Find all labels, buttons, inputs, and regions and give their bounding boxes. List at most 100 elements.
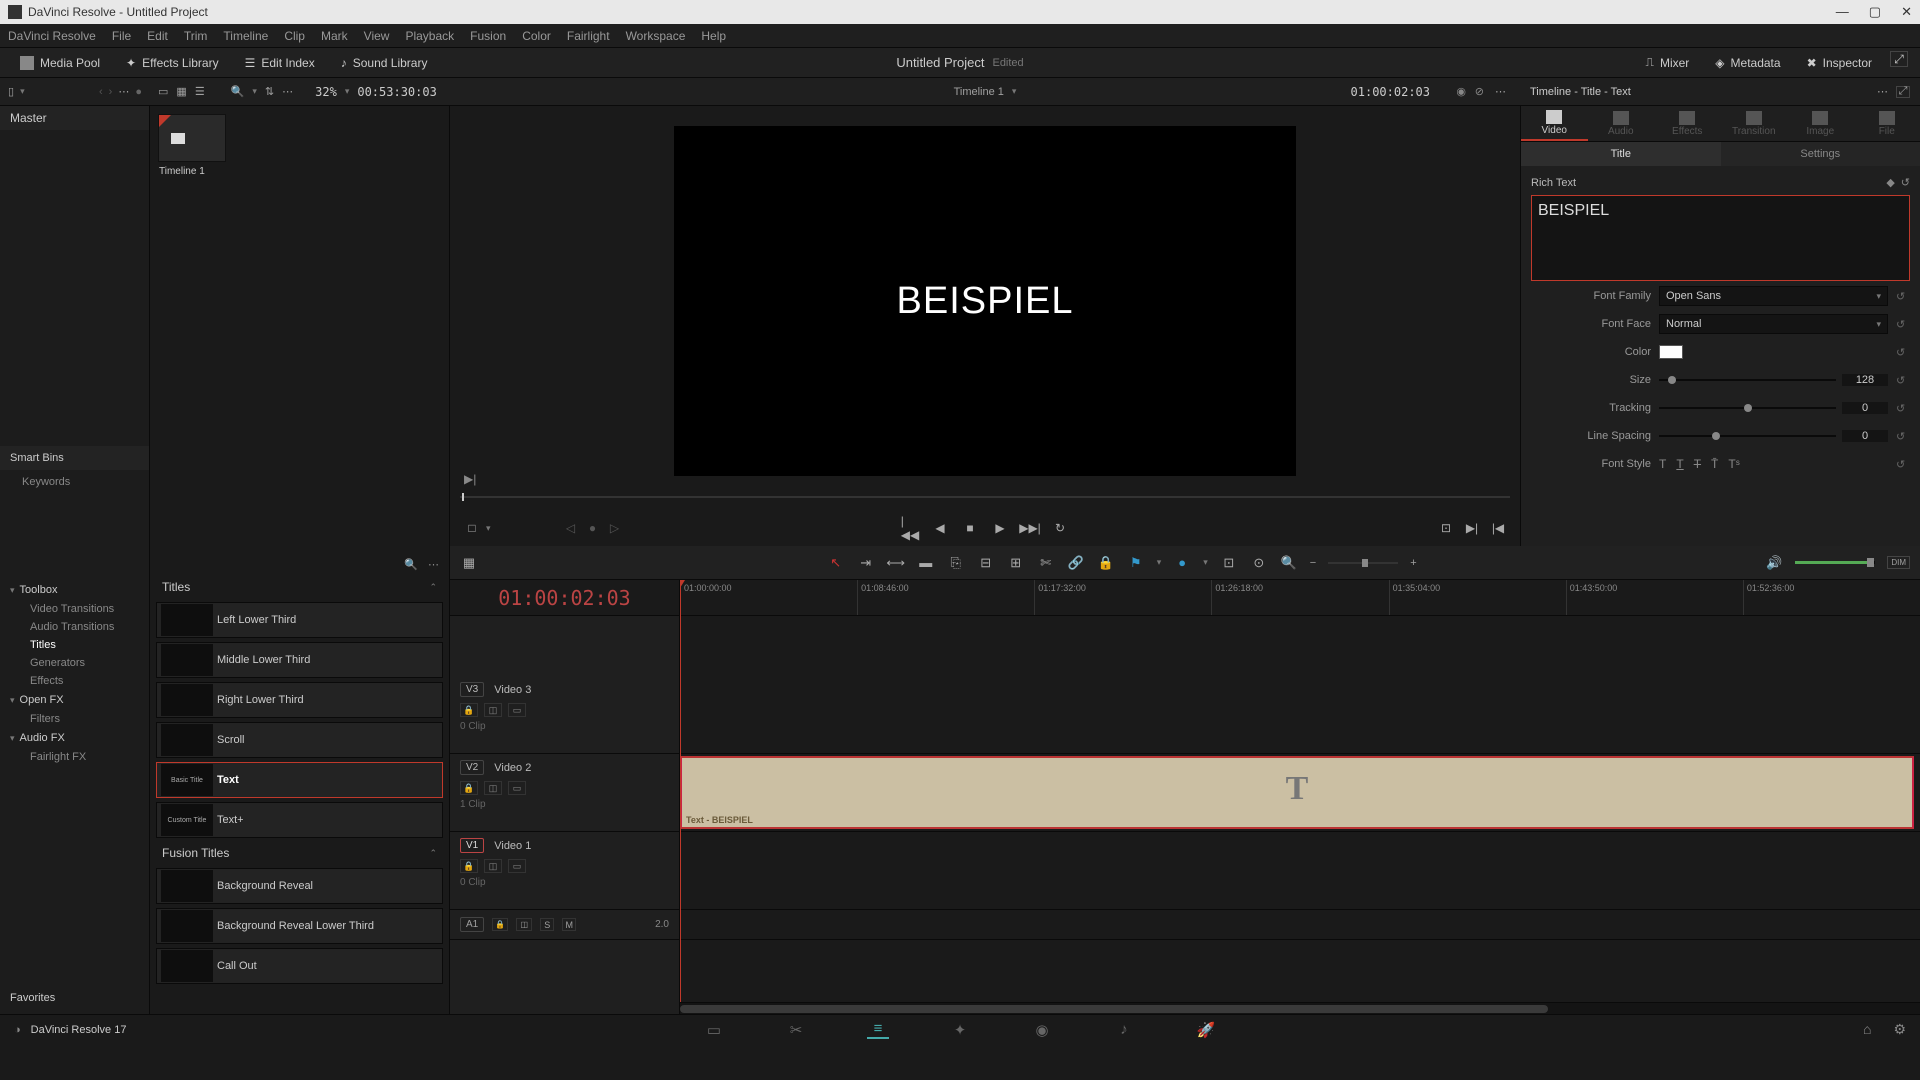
title-item-text-plus[interactable]: Custom TitleText+ (156, 802, 443, 838)
eb-titles[interactable]: Titles (10, 636, 139, 654)
trim-tool[interactable]: ⇥ (857, 555, 875, 571)
mute-button[interactable]: M (562, 918, 576, 931)
inspector-tab-effects[interactable]: Effects (1654, 106, 1721, 141)
eb-effects[interactable]: Effects (10, 672, 139, 690)
menu-fairlight[interactable]: Fairlight (567, 29, 610, 43)
lock-icon[interactable]: 🔒 (460, 859, 478, 873)
mark-dot-icon[interactable]: ● (585, 520, 601, 536)
skip-forward-icon[interactable]: ▶| (464, 472, 476, 486)
tracking-slider[interactable] (1659, 407, 1836, 409)
sync-icon[interactable]: ◉ (1456, 85, 1466, 98)
close-button[interactable]: ✕ (1901, 4, 1912, 20)
lock-icon[interactable]: 🔒 (1097, 555, 1115, 571)
overline-style-button[interactable]: T̄ (1711, 457, 1718, 471)
page-edit[interactable]: ≡ (867, 1021, 889, 1039)
project-settings-button[interactable]: ⚙ (1893, 1021, 1906, 1038)
menu-file[interactable]: File (112, 29, 131, 43)
subtab-settings[interactable]: Settings (1721, 142, 1920, 166)
track-v1-lane[interactable] (680, 832, 1920, 910)
reset-icon[interactable]: ↺ (1901, 176, 1910, 189)
title-item-left-lower-third[interactable]: Left Lower Third (156, 602, 443, 638)
menu-fusion[interactable]: Fusion (470, 29, 506, 43)
zoom-slider[interactable] (1328, 562, 1398, 564)
options-icon[interactable]: ⋯ (428, 558, 439, 571)
go-out-icon[interactable]: |◀ (1490, 520, 1506, 536)
replace-tool[interactable]: ⊞ (1007, 555, 1025, 571)
link-icon[interactable]: 🔗 (1067, 555, 1085, 571)
reset-icon[interactable]: ↺ (1896, 374, 1910, 387)
menu-davinci[interactable]: DaVinci Resolve (8, 29, 96, 43)
metadata-toggle[interactable]: ◈Metadata (1707, 51, 1788, 74)
inspector-options-icon[interactable]: ⋯ (1877, 85, 1888, 98)
reset-icon[interactable]: ↺ (1896, 402, 1910, 415)
options-icon[interactable]: ⋯ (282, 85, 293, 98)
size-value[interactable]: 128 (1842, 374, 1888, 386)
size-slider[interactable] (1659, 379, 1836, 381)
favorites-header[interactable]: Favorites (10, 988, 139, 1008)
auto-select-icon[interactable]: ◫ (484, 703, 502, 717)
menu-edit[interactable]: Edit (147, 29, 168, 43)
view-list-icon[interactable]: ☰ (195, 85, 205, 98)
lock-icon[interactable]: 🔒 (460, 703, 478, 717)
media-pool-toggle[interactable]: Media Pool (12, 52, 108, 74)
track-a1-lane[interactable] (680, 910, 1920, 940)
insert-tool[interactable]: ⎘ (947, 555, 965, 571)
minimize-button[interactable]: — (1836, 4, 1849, 20)
blade-tool[interactable]: ▬ (917, 555, 935, 571)
auto-select-icon[interactable]: ◫ (484, 781, 502, 795)
prev-frame-button[interactable]: ◀ (932, 520, 948, 536)
chevron-down-icon[interactable]: ▾ (252, 86, 257, 97)
sound-library-toggle[interactable]: ♪Sound Library (333, 52, 436, 74)
search-icon[interactable]: 🔍 (231, 85, 245, 98)
fusion-title-background-reveal[interactable]: Background Reveal (156, 868, 443, 904)
expand-button[interactable]: ⤢ (1890, 51, 1908, 67)
home-button[interactable]: ⌂ (1863, 1021, 1871, 1038)
track-id-v3[interactable]: V3 (460, 682, 484, 697)
track-v2-lane[interactable]: T Text - BEISPIEL (680, 754, 1920, 832)
collapse-icon[interactable]: ⌃ (429, 848, 437, 859)
menu-timeline[interactable]: Timeline (223, 29, 268, 43)
page-fusion[interactable]: ✦ (949, 1021, 971, 1039)
tracks-area[interactable]: 01:00:00:00 01:08:46:00 01:17:32:00 01:2… (680, 580, 1920, 1014)
toolbox-group[interactable]: ▾Toolbox (10, 580, 139, 600)
menu-clip[interactable]: Clip (284, 29, 305, 43)
first-frame-button[interactable]: |◀◀ (902, 520, 918, 536)
title-item-text[interactable]: Basic TitleText (156, 762, 443, 798)
eb-generators[interactable]: Generators (10, 654, 139, 672)
keyframe-diamond-icon[interactable]: ◆ (1886, 176, 1894, 189)
view-grid-icon[interactable]: ▦ (176, 85, 186, 98)
bypass-icon[interactable]: ⊘ (1475, 85, 1484, 98)
chevron-down-icon[interactable]: ▾ (486, 523, 491, 534)
inspector-tab-file[interactable]: File (1854, 106, 1920, 141)
menu-playback[interactable]: Playback (405, 29, 454, 43)
viewer-options-icon[interactable]: ⋯ (1495, 85, 1506, 98)
auto-select-icon[interactable]: ◫ (484, 859, 502, 873)
strike-style-button[interactable]: T (1694, 457, 1701, 471)
zoom-tool-icon[interactable]: 🔍 (1280, 555, 1298, 571)
search-icon[interactable]: 🔍 (404, 558, 418, 571)
timeline-scrollbar[interactable] (680, 1002, 1920, 1014)
smart-bin-keywords[interactable]: Keywords (0, 470, 149, 494)
next-frame-button[interactable]: ▶▶| (1022, 520, 1038, 536)
lock-icon[interactable]: 🔒 (492, 918, 508, 931)
inspector-tab-image[interactable]: Image (1787, 106, 1854, 141)
collapse-icon[interactable]: ⌃ (429, 582, 437, 593)
reset-icon[interactable]: ↺ (1896, 346, 1910, 359)
title-item-right-lower-third[interactable]: Right Lower Third (156, 682, 443, 718)
timeline-ruler[interactable]: 01:00:00:00 01:08:46:00 01:17:32:00 01:2… (680, 580, 1920, 616)
nav-next[interactable]: › (109, 86, 113, 98)
font-family-select[interactable]: Open Sans▾ (1659, 286, 1888, 306)
snapping-icon[interactable]: ⊡ (1220, 555, 1238, 571)
reset-icon[interactable]: ↺ (1896, 458, 1910, 471)
zoom-in-button[interactable]: + (1410, 557, 1416, 569)
mute-icon[interactable]: 🔊 (1765, 555, 1783, 571)
dynamic-trim-tool[interactable]: ⟷ (887, 555, 905, 571)
track-id-v2[interactable]: V2 (460, 760, 484, 775)
inspector-toggle[interactable]: ✖Inspector (1799, 51, 1880, 74)
bin-view-icon[interactable]: ▯ (8, 85, 14, 98)
chevron-down-icon[interactable]: ▾ (1203, 557, 1208, 568)
track-header-v3[interactable]: V3Video 3 🔒◫▭ 0 Clip (450, 676, 679, 754)
selection-tool[interactable]: ↖ (827, 555, 845, 571)
visible-icon[interactable]: ▭ (508, 703, 526, 717)
mixer-toggle[interactable]: ⎍Mixer (1638, 51, 1698, 74)
